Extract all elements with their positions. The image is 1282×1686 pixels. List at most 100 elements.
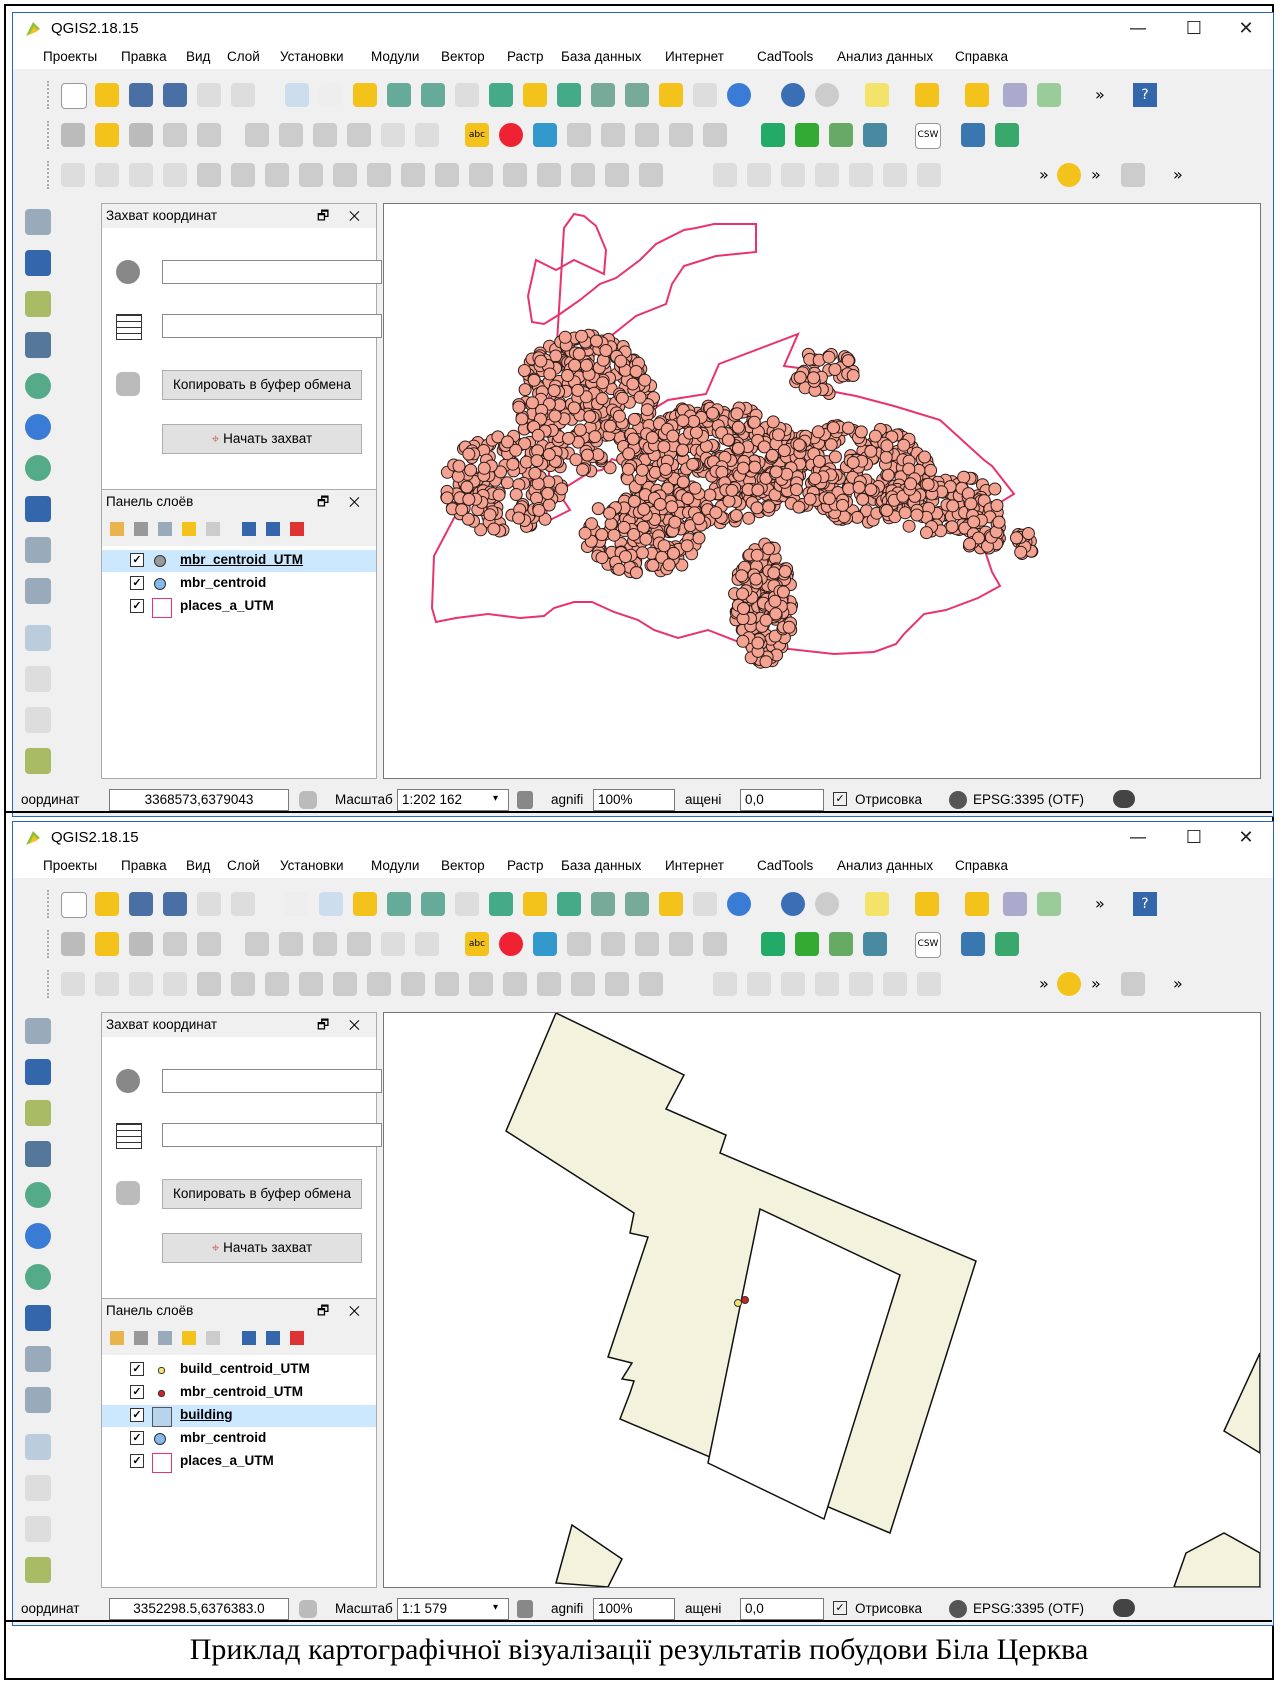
menu-view[interactable]: Вид [186,858,210,873]
new-map-view-icon[interactable] [659,892,683,916]
menu-analysis[interactable]: Анализ данных [837,49,933,64]
diagram-icon[interactable] [499,123,523,147]
print-composer-icon[interactable] [197,892,221,916]
zoom-selection-icon[interactable] [523,83,547,107]
add-part-icon[interactable] [299,163,323,187]
filter-icon[interactable] [182,522,196,536]
georeferencer-icon[interactable] [25,1516,51,1542]
add-wfs-icon[interactable] [25,1264,51,1290]
zoom-next-icon[interactable] [625,83,649,107]
toolbar-overflow-icon[interactable]: » [1039,165,1049,184]
new-shapefile-icon[interactable] [25,1387,51,1413]
menu-layer[interactable]: Слой [227,858,260,873]
attribute-table-icon[interactable] [1003,892,1027,916]
menu-cadtools[interactable]: CadTools [757,49,813,64]
shade-icon[interactable] [917,972,941,996]
print-composer-icon[interactable] [197,83,221,107]
add-group-icon[interactable] [134,1331,148,1345]
menu-database[interactable]: База данных [561,858,641,873]
layer-visibility-checkbox[interactable]: ✓ [130,1408,144,1422]
merge-attributes-icon[interactable] [605,972,629,996]
label-tool-icon[interactable]: abc [465,123,489,147]
menu-help[interactable]: Справка [955,49,1008,64]
pin-labels-icon[interactable] [533,123,557,147]
menu-internet[interactable]: Интернет [665,49,724,64]
start-capture-button[interactable]: ⌖ Начать захват [162,1233,362,1263]
menu-settings[interactable]: Установки [280,858,344,873]
sun-icon[interactable] [849,972,873,996]
layer-item[interactable]: ✓ mbr_centroid_UTM [102,550,376,572]
layer-item[interactable]: ✓ building [102,1405,376,1427]
save-icon[interactable] [129,83,153,107]
plugin-raster-icon[interactable] [829,932,853,956]
toolbar-overflow-icon[interactable]: » [1039,974,1049,993]
database-icon[interactable] [863,123,887,147]
save-edits-icon[interactable] [129,123,153,147]
crs-globe-icon[interactable] [949,791,967,809]
add-line-icon[interactable] [197,932,221,956]
rotate-feature-icon[interactable] [197,972,221,996]
zoom-out-icon[interactable] [421,83,445,107]
menu-plugins[interactable]: Модули [371,49,419,64]
simplify-icon[interactable] [231,163,255,187]
rotate-symbols-icon[interactable] [639,163,663,187]
crs-globe-icon[interactable] [116,260,140,284]
composer-manager-icon[interactable] [231,892,255,916]
add-postgis-icon[interactable] [25,332,51,358]
profile-icon[interactable] [747,972,771,996]
menu-raster[interactable]: Растр [507,858,544,873]
refresh-icon[interactable] [727,83,751,107]
composer-manager-icon[interactable] [231,83,255,107]
messages-icon[interactable] [1113,790,1135,808]
grid-icon[interactable] [116,314,142,340]
deselect-icon[interactable] [965,892,989,916]
coordinate-value[interactable]: 3352298.5,6376383.0 [109,1598,289,1620]
split-features-icon[interactable] [503,972,527,996]
rotate-label-icon[interactable] [635,123,659,147]
python-icon[interactable] [961,123,985,147]
menu-settings[interactable]: Установки [280,49,344,64]
layer-visibility-checkbox[interactable]: ✓ [130,599,144,613]
rotation-input[interactable]: 0,0 [740,789,824,811]
menu-projects[interactable]: Проекты [43,49,97,64]
menu-cadtools[interactable]: CadTools [757,858,813,873]
style-icon[interactable] [110,1331,124,1345]
lock-icon[interactable] [517,1600,533,1618]
align-raster-icon[interactable] [713,163,737,187]
attribute-table-icon[interactable] [1003,83,1027,107]
menu-internet[interactable]: Интернет [665,858,724,873]
copy-to-clipboard-button[interactable]: Копировать в буфер обмена [162,370,362,400]
add-part-icon[interactable] [299,972,323,996]
database-icon[interactable] [863,932,887,956]
collapse-all-icon[interactable] [266,1331,280,1345]
node-tool-icon[interactable] [279,932,303,956]
crs-globe-icon[interactable] [116,1069,140,1093]
add-feature-icon[interactable] [245,932,269,956]
expression-filter-icon[interactable] [206,522,220,536]
georeferencer-icon[interactable] [25,707,51,733]
simplify-icon[interactable] [231,972,255,996]
menu-database[interactable]: База данных [561,49,641,64]
lock-icon[interactable] [517,791,533,809]
crs-coordinate-field[interactable] [162,260,382,284]
open-folder-icon[interactable] [95,83,119,107]
offset-icon[interactable] [95,163,119,187]
coordinate-capture-icon[interactable] [25,625,51,651]
merge-features-icon[interactable] [571,972,595,996]
shape-tools-icon[interactable] [1121,972,1145,996]
new-project-icon[interactable] [61,83,87,109]
render-checkbox[interactable]: ✓ [833,792,847,806]
zoom-full-icon[interactable] [489,83,513,107]
profile-area-icon[interactable] [815,163,839,187]
delete-ring-icon[interactable] [367,163,391,187]
new-map-view-icon[interactable] [659,83,683,107]
add-postgis-icon[interactable] [25,1141,51,1167]
profile-line-icon[interactable] [781,972,805,996]
offset-curve-icon[interactable] [469,972,493,996]
select-by-expression-icon[interactable] [915,892,939,916]
new-shapefile-icon[interactable] [25,578,51,604]
toolbar-overflow-icon[interactable]: » [1091,165,1101,184]
snapping-icon[interactable] [1057,163,1081,187]
delete-part-icon[interactable] [401,163,425,187]
plugin-edit-icon[interactable] [25,748,51,774]
